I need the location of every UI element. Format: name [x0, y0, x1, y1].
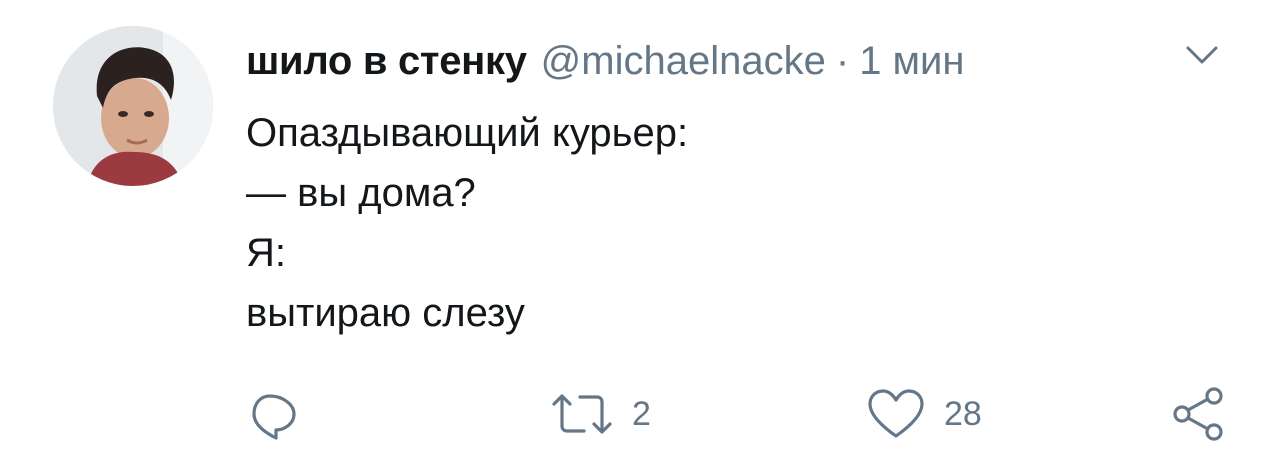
share-button[interactable] [1170, 384, 1230, 444]
tweet-text: Опаздывающий курьер: — вы дома? Я: вытир… [246, 103, 688, 343]
tweet-text-line: Опаздывающий курьер: [246, 111, 689, 155]
heart-icon [868, 389, 924, 438]
avatar[interactable] [53, 26, 213, 186]
reply-button[interactable] [246, 384, 302, 444]
tweet-card: шило в стенку @michaelnacke · 1 мин Опаз… [0, 0, 1280, 474]
tweet-text-line: вытираю слезу [246, 291, 525, 335]
like-button[interactable]: 28 [866, 384, 982, 444]
author-handle[interactable]: @michaelnacke [541, 34, 826, 88]
retweet-button[interactable]: 2 [550, 384, 651, 444]
tweet-text-line: — вы дома? [246, 171, 476, 215]
tweet-header: шило в стенку @michaelnacke · 1 мин [246, 34, 964, 88]
tweet-timestamp[interactable]: 1 мин [859, 34, 964, 88]
tweet-actions: 2 28 [0, 384, 1280, 444]
chevron-down-icon[interactable] [1184, 44, 1220, 68]
retweet-count: 2 [632, 394, 651, 433]
tweet-text-line: Я: [246, 231, 286, 275]
avatar-image [53, 26, 213, 186]
retweet-icon [552, 394, 612, 434]
author-display-name[interactable]: шило в стенку [246, 34, 527, 88]
separator-dot: · [835, 39, 850, 83]
like-count: 28 [944, 394, 982, 433]
share-icon [1173, 387, 1223, 441]
reply-icon [252, 394, 296, 440]
